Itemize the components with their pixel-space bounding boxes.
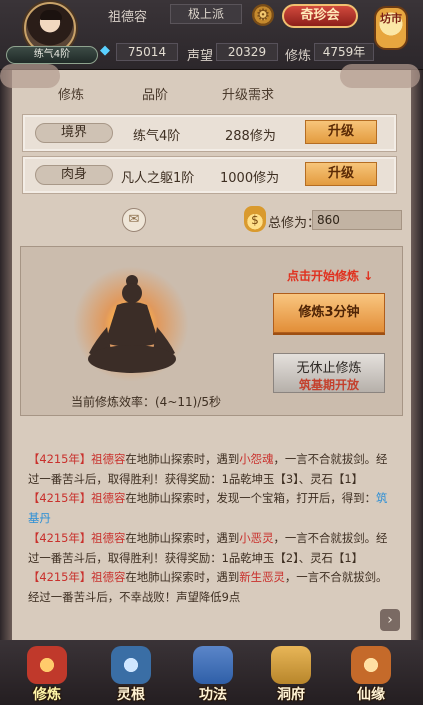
market-button[interactable]: 坊市 (370, 2, 412, 62)
row-grade: 练气4阶 (133, 129, 181, 144)
cultivation-efficiency: 当前修炼效率：(4~11)/5秒 (71, 395, 222, 409)
cultivation-icon (27, 646, 67, 684)
nav-spirit-root[interactable]: 灵根 (96, 646, 166, 703)
cultivation-years: 4759年 (314, 43, 374, 61)
row-requirement: 288修为 (225, 129, 276, 144)
endless-cultivation-button[interactable]: 无休止修炼 筑基期开放 (273, 353, 385, 393)
nav-technique[interactable]: 功法 (178, 646, 248, 703)
meditation-stage: 当前修炼效率：(4~11)/5秒 点击开始修炼 ↓ 修炼3分钟 无休止修炼 筑基… (20, 246, 403, 416)
top-status-bar: 练气4阶 祖德容 极上派 ⚙ 奇珍会 坊市 ◆ 75014 声望 20329 修… (0, 0, 423, 70)
mail-icon[interactable]: ✉ (122, 208, 146, 232)
market-label: 坊市 (380, 12, 402, 25)
nav-label: 洞府 (277, 687, 305, 703)
diamond-icon: ◆ (100, 43, 110, 58)
money-bag-icon: $ (244, 206, 266, 232)
column-header-grade: 品阶 (142, 88, 169, 103)
cultivation-time-label: 修炼 (285, 49, 312, 64)
nav-label: 仙缘 (357, 687, 385, 703)
column-header-cultivation: 修炼 (58, 88, 85, 103)
player-name: 祖德容 (108, 10, 148, 25)
total-cultivation-value: 860 (312, 210, 402, 230)
row-label: 境界 (35, 123, 113, 143)
upgrade-realm-button[interactable]: 升级 (305, 120, 377, 144)
avatar-hair (40, 10, 62, 20)
bottom-navigation: 修炼 灵根 功法 洞府 仙缘 (0, 640, 423, 705)
cloud-decoration (340, 64, 420, 88)
frame-left (0, 70, 12, 640)
realm-badge: 练气4阶 (6, 46, 98, 64)
reputation-value: 20329 (216, 43, 278, 61)
realm-row: 境界 练气4阶 288修为 升级 (22, 114, 397, 152)
click-hint: 点击开始修炼 ↓ (287, 269, 374, 283)
body-row: 肉身 凡人之躯1阶 1000修为 升级 (22, 156, 397, 194)
technique-icon (193, 646, 233, 684)
row-label: 肉身 (35, 165, 113, 185)
spirit-root-icon (111, 646, 151, 684)
endless-unlock-note: 筑基期开放 (298, 378, 359, 392)
spirit-stone-count: 75014 (116, 43, 178, 61)
log-entry: 【4215年】祖德容在地肺山探索时，发现一个宝箱，打开后，得到：筑基丹 (28, 491, 388, 526)
row-grade: 凡人之躯1阶 (121, 171, 195, 186)
row-requirement: 1000修为 (220, 171, 280, 186)
cultivate-3min-button[interactable]: 修炼3分钟 (273, 293, 385, 333)
gear-icon[interactable]: ⚙ (252, 4, 274, 26)
nav-label: 功法 (199, 687, 227, 703)
player-avatar-area[interactable]: 练气4阶 (6, 2, 98, 68)
nav-cultivation[interactable]: 修炼 (12, 646, 82, 703)
column-header-requirement: 升级需求 (222, 88, 275, 103)
endless-label: 无休止修炼 (296, 361, 362, 376)
meditating-figure-icon (88, 275, 176, 373)
treasure-market-button[interactable]: 奇珍会 (282, 4, 358, 28)
sect-name[interactable]: 极上派 (170, 4, 242, 24)
frame-right (411, 70, 423, 640)
nav-fate[interactable]: 仙缘 (336, 646, 406, 703)
log-entry: 【4215年】祖德容在地肺山探索时，遇到小怨魂，一言不合就拔剑。经过一番苦斗后，… (28, 452, 388, 486)
cave-icon (271, 646, 311, 684)
chevron-right-icon[interactable]: › (380, 609, 400, 631)
event-log: 【4215年】祖德容在地肺山探索时，遇到小怨魂，一言不合就拔剑。经过一番苦斗后，… (28, 450, 398, 608)
log-entry: 【4215年】祖德容在地肺山探索时，遇到小恶灵，一言不合就拔剑。经过一番苦斗后，… (28, 530, 388, 565)
upgrade-body-button[interactable]: 升级 (305, 162, 377, 186)
cloud-decoration (0, 64, 60, 88)
nav-label: 灵根 (117, 687, 145, 703)
log-entry: 【4215年】祖德容在地肺山探索时，遇到新生恶灵，一言不合就拔剑。经过一番苦斗后… (28, 570, 388, 604)
nav-cave[interactable]: 洞府 (256, 646, 326, 703)
fate-icon (351, 646, 391, 684)
nav-label: 修炼 (33, 687, 61, 703)
reputation-label: 声望 (187, 49, 214, 64)
